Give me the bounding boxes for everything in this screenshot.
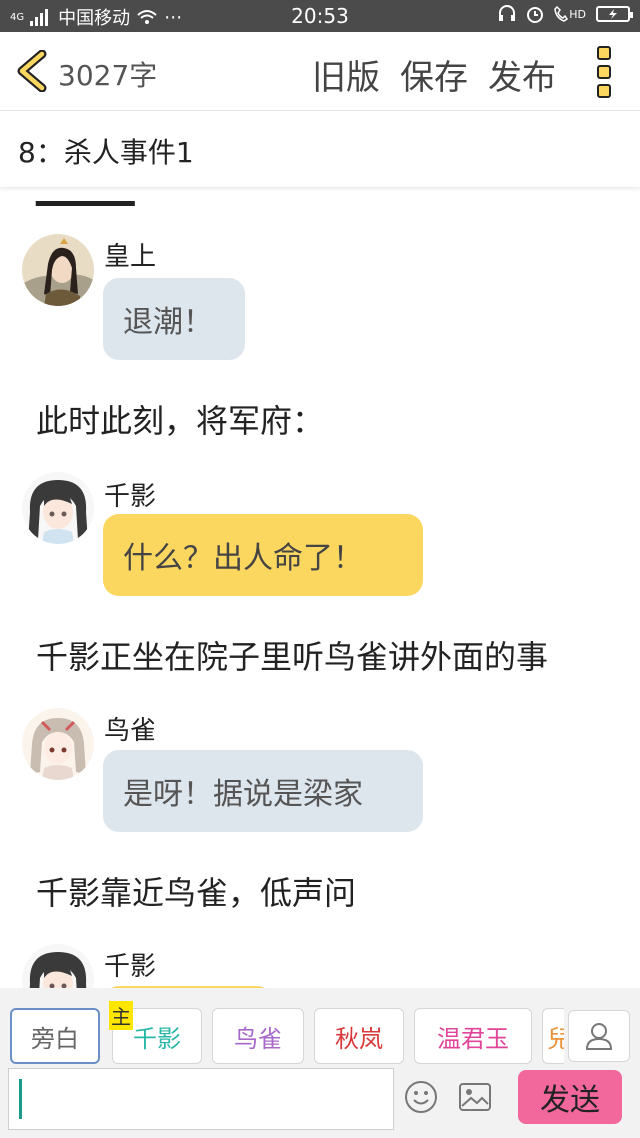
role-label: 旁白 (31, 1024, 79, 1053)
role-chip-partial[interactable]: 兒 (542, 1008, 564, 1064)
role-label: 温君玉 (437, 1024, 509, 1053)
battery-icon (596, 6, 633, 22)
speaker-name: 皇上 (104, 242, 157, 272)
image-icon[interactable] (458, 1082, 492, 1112)
dialogue-area[interactable]: ▁▁▁▁ 皇上 退潮！ 此时此刻，将军府： 千影 什么？出人命了！ 千影正坐在院… (0, 188, 640, 988)
avatar-qianying[interactable] (22, 944, 94, 988)
old-version-button[interactable]: 旧版 (312, 50, 380, 99)
alarm-icon (527, 7, 544, 23)
word-count: 3027字 (58, 59, 158, 92)
role-chip-narrator[interactable]: 旁白 (10, 1008, 100, 1064)
role-chip-niaoque[interactable]: 鸟雀 (212, 1008, 304, 1064)
status-bar: 4G 中国移动 ⋯ 20:53 HD (0, 0, 640, 32)
save-button[interactable]: 保存 (400, 50, 468, 99)
avatar-emperor[interactable] (22, 234, 94, 306)
cut-off-text: ▁▁▁▁ (36, 188, 134, 206)
main-role-badge: 主 (109, 1001, 133, 1030)
speaker-name: 鸟雀 (104, 716, 157, 746)
person-icon (585, 1023, 613, 1050)
role-label: 秋岚 (335, 1024, 383, 1053)
chapter-header[interactable]: 8：杀人事件1 (0, 111, 640, 188)
back-icon[interactable] (14, 50, 50, 92)
narration-text[interactable]: 千影正坐在院子里听鸟雀讲外面的事 (36, 632, 548, 678)
text-caret (19, 1079, 22, 1119)
role-chip-qianying[interactable]: 主 千影 (109, 1001, 202, 1064)
send-button[interactable]: 发送 (518, 1070, 622, 1124)
speaker-name: 千影 (104, 952, 157, 982)
more-menu-icon[interactable] (595, 46, 613, 98)
message-bubble[interactable]: 是呀！据说是梁家 (103, 750, 423, 832)
role-label: 千影 (133, 1024, 181, 1053)
narration-text[interactable]: 千影靠近鸟雀，低声问 (36, 868, 356, 914)
message-bubble[interactable]: 什么？出人命了！ (103, 514, 423, 596)
message-bubble[interactable]: 退潮！ (103, 278, 245, 360)
message-input[interactable] (8, 1068, 394, 1130)
publish-button[interactable]: 发布 (488, 50, 556, 99)
role-chip-qiulan[interactable]: 秋岚 (314, 1008, 404, 1064)
role-chip-wenjunyu[interactable]: 温君玉 (414, 1008, 532, 1064)
role-label: 兒 (547, 1019, 564, 1054)
headset-icon (499, 5, 516, 21)
hd-label: HD (569, 7, 586, 21)
emoji-icon[interactable] (404, 1080, 438, 1114)
narration-text[interactable]: 此时此刻，将军府： (36, 396, 324, 442)
role-label: 鸟雀 (234, 1024, 282, 1053)
avatar-niaoque[interactable] (22, 708, 94, 780)
hd-call-icon: HD (554, 6, 586, 22)
composer-panel: 旁白 主 千影 鸟雀 秋岚 温君玉 兒 发送 (0, 988, 640, 1138)
chapter-title: 8：杀人事件1 (18, 136, 194, 169)
speaker-name: 千影 (104, 482, 157, 512)
top-bar: 3027字 旧版 保存 发布 (0, 32, 640, 111)
avatar-qianying[interactable] (22, 472, 94, 544)
manage-roles-button[interactable] (568, 1010, 630, 1062)
